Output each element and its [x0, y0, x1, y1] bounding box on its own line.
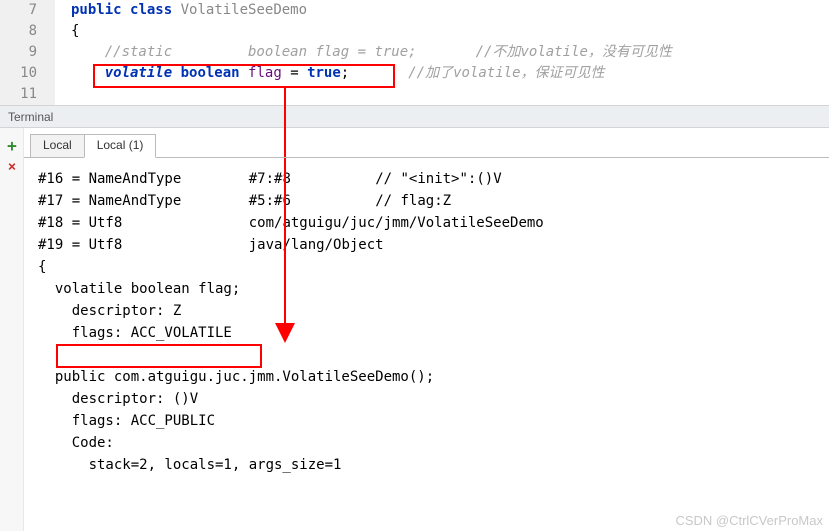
comment: //不加volatile，没有可见性	[476, 44, 672, 60]
cp-entry-19: #19 = Utf8 java/lang/Object	[38, 237, 384, 253]
line-number: 11	[0, 84, 37, 105]
code-label: Code:	[38, 435, 114, 451]
terminal-panel-title: Terminal	[0, 106, 829, 128]
constructor-line: public com.atguigu.juc.jmm.VolatileSeeDe…	[38, 369, 434, 385]
class-name: VolatileSeeDemo	[181, 2, 307, 18]
keyword-volatile: volatile	[105, 65, 172, 81]
value-true: true	[307, 65, 341, 81]
comment: //static boolean flag = true;	[105, 44, 417, 60]
code-editor[interactable]: 7 8 9 10 11 public class VolatileSeeDemo…	[0, 0, 829, 106]
descriptor-line: descriptor: ()V	[38, 391, 198, 407]
cp-entry-17: #17 = NameAndType #5:#6 // flag:Z	[38, 193, 451, 209]
comment: //加了volatile，保证可见性	[408, 65, 604, 81]
line-number-gutter: 7 8 9 10 11	[0, 0, 55, 105]
code-area[interactable]: public class VolatileSeeDemo { //static …	[55, 0, 829, 105]
flags-line: flags: ACC_PUBLIC	[38, 413, 215, 429]
terminal-tool-gutter: + ×	[0, 128, 24, 531]
brace-open: {	[38, 259, 46, 275]
code-line-10[interactable]: volatile boolean flag = true; //加了volati…	[71, 63, 829, 84]
descriptor-line: descriptor: Z	[38, 303, 181, 319]
line-number: 8	[0, 21, 37, 42]
line-number: 9	[0, 42, 37, 63]
brace-open: {	[71, 23, 79, 39]
cp-entry-18: #18 = Utf8 com/atguigu/juc/jmm/VolatileS…	[38, 215, 544, 231]
code-line-8[interactable]: {	[71, 21, 829, 42]
stack-line: stack=2, locals=1, args_size=1	[38, 457, 341, 473]
identifier-flag: flag	[248, 65, 282, 81]
terminal-panel: + × Local Local (1) #16 = NameAndType #7…	[0, 128, 829, 531]
code-line-11[interactable]	[71, 84, 829, 105]
terminal-tabs: Local Local (1)	[24, 128, 829, 158]
semicolon: ;	[341, 65, 349, 81]
keyword-public: public	[71, 2, 122, 18]
cp-entry-16: #16 = NameAndType #7:#8 // "<init>":()V	[38, 171, 502, 187]
code-line-7[interactable]: public class VolatileSeeDemo	[71, 0, 829, 21]
flags-line: flags: ACC_VOLATILE	[38, 325, 232, 341]
keyword-class: class	[130, 2, 172, 18]
equals: =	[282, 65, 307, 81]
line-number: 10	[0, 63, 37, 84]
watermark: CSDN @CtrlCVerProMax	[675, 513, 823, 528]
tab-local-1[interactable]: Local (1)	[84, 134, 157, 158]
close-terminal-icon[interactable]: ×	[0, 156, 24, 178]
line-number: 7	[0, 0, 37, 21]
tab-local[interactable]: Local	[30, 134, 85, 158]
field-declaration: volatile boolean flag;	[38, 281, 240, 297]
code-line-9[interactable]: //static boolean flag = true; //不加volati…	[71, 42, 829, 63]
add-terminal-icon[interactable]: +	[0, 134, 24, 156]
terminal-output[interactable]: #16 = NameAndType #7:#8 // "<init>":()V …	[24, 158, 829, 476]
keyword-boolean: boolean	[181, 65, 240, 81]
terminal-content: Local Local (1) #16 = NameAndType #7:#8 …	[24, 128, 829, 531]
